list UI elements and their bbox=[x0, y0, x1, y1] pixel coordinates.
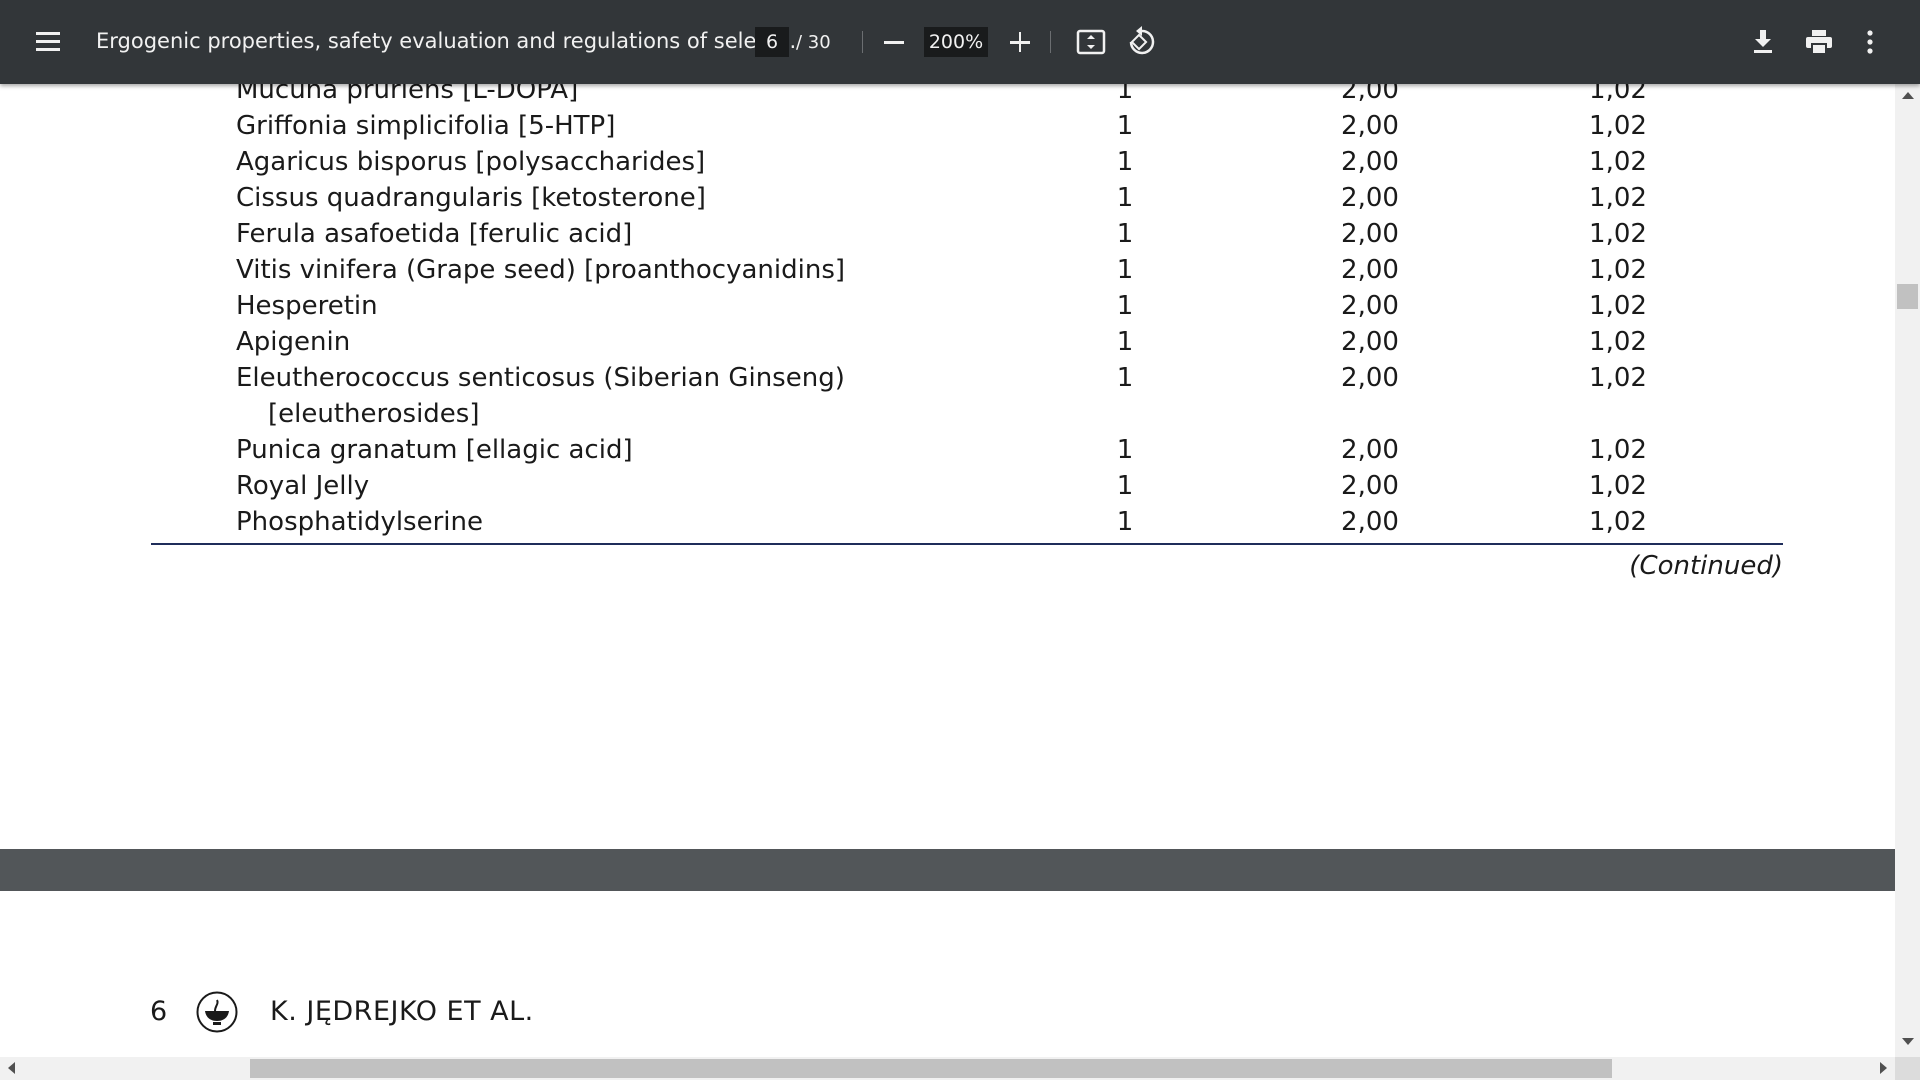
compound-name-continuation: [eleutherosides] bbox=[268, 399, 480, 429]
compound-name: Phosphatidylserine bbox=[236, 507, 483, 537]
table-row: Hesperetin 1 2,00 1,02 bbox=[0, 288, 1895, 324]
compound-name: Royal Jelly bbox=[236, 471, 370, 501]
value-cell: 2,00 bbox=[1341, 471, 1399, 501]
table-row: Royal Jelly 1 2,00 1,02 bbox=[0, 468, 1895, 504]
compound-name: Griffonia simplicifolia [5-HTP] bbox=[236, 111, 616, 141]
menu-icon[interactable] bbox=[30, 26, 66, 58]
value-cell: 2,00 bbox=[1341, 255, 1399, 285]
table-row-continuation: [eleutherosides] bbox=[0, 396, 1895, 432]
value-cell: 2,00 bbox=[1341, 507, 1399, 537]
count-cell: 1 bbox=[1116, 219, 1134, 249]
pdf-page: Mucuna pruriens [L-DOPA] 1 2,00 1,02 Gri… bbox=[0, 84, 1895, 849]
value-cell: 1,02 bbox=[1589, 147, 1647, 177]
page-total: / 30 bbox=[796, 32, 831, 53]
table-row: Ferula asafoetida [ferulic acid] 1 2,00 … bbox=[0, 216, 1895, 252]
count-cell: 1 bbox=[1116, 471, 1134, 501]
compound-name: Eleutherococcus senticosus (Siberian Gin… bbox=[236, 363, 845, 393]
table-row: Eleutherococcus senticosus (Siberian Gin… bbox=[0, 360, 1895, 396]
value-cell: 1,02 bbox=[1589, 219, 1647, 249]
scroll-up-icon[interactable] bbox=[1902, 92, 1914, 99]
table-row: Griffonia simplicifolia [5-HTP] 1 2,00 1… bbox=[0, 108, 1895, 144]
value-cell: 2,00 bbox=[1341, 111, 1399, 141]
zoom-out-icon[interactable] bbox=[880, 24, 908, 60]
value-cell: 2,00 bbox=[1341, 183, 1399, 213]
value-cell: 2,00 bbox=[1341, 363, 1399, 393]
value-cell: 1,02 bbox=[1589, 471, 1647, 501]
publisher-logo-icon bbox=[196, 991, 238, 1033]
fit-page-icon[interactable] bbox=[1076, 28, 1106, 56]
zoom-level-input[interactable]: 200% bbox=[924, 27, 988, 57]
rotate-icon[interactable] bbox=[1124, 25, 1156, 59]
count-cell: 1 bbox=[1116, 435, 1134, 465]
value-cell: 1,02 bbox=[1589, 183, 1647, 213]
value-cell: 2,00 bbox=[1341, 435, 1399, 465]
table-row: Mucuna pruriens [L-DOPA] 1 2,00 1,02 bbox=[0, 84, 1895, 108]
compound-name: Mucuna pruriens [L-DOPA] bbox=[236, 84, 579, 105]
value-cell: 1,02 bbox=[1589, 111, 1647, 141]
scroll-right-icon[interactable] bbox=[1880, 1062, 1887, 1074]
table-row: Agaricus bisporus [polysaccharides] 1 2,… bbox=[0, 144, 1895, 180]
page-gap bbox=[0, 849, 1895, 891]
value-cell: 2,00 bbox=[1341, 291, 1399, 321]
count-cell: 1 bbox=[1116, 363, 1134, 393]
compound-name: Punica granatum [ellagic acid] bbox=[236, 435, 633, 465]
value-cell: 2,00 bbox=[1341, 327, 1399, 357]
running-head: K. JĘDREJKO ET AL. bbox=[270, 996, 534, 1027]
document-title: Ergogenic properties, safety evaluation … bbox=[96, 29, 797, 53]
more-options-icon[interactable] bbox=[1862, 28, 1878, 56]
pdf-toolbar: Ergogenic properties, safety evaluation … bbox=[0, 0, 1920, 84]
value-cell: 1,02 bbox=[1589, 84, 1647, 105]
table-row: Apigenin 1 2,00 1,02 bbox=[0, 324, 1895, 360]
compound-name: Cissus quadrangularis [ketosterone] bbox=[236, 183, 706, 213]
compound-name: Ferula asafoetida [ferulic acid] bbox=[236, 219, 633, 249]
count-cell: 1 bbox=[1116, 111, 1134, 141]
toolbar-divider bbox=[1050, 31, 1051, 53]
compound-name: Vitis vinifera (Grape seed) [proanthocya… bbox=[236, 255, 846, 285]
value-cell: 1,02 bbox=[1589, 435, 1647, 465]
value-cell: 1,02 bbox=[1589, 255, 1647, 285]
value-cell: 1,02 bbox=[1589, 363, 1647, 393]
table-row: Cissus quadrangularis [ketosterone] 1 2,… bbox=[0, 180, 1895, 216]
zoom-in-icon[interactable] bbox=[1006, 24, 1034, 60]
compound-name: Apigenin bbox=[236, 327, 351, 357]
count-cell: 1 bbox=[1116, 327, 1134, 357]
count-cell: 1 bbox=[1116, 291, 1134, 321]
compound-name: Agaricus bisporus [polysaccharides] bbox=[236, 147, 706, 177]
count-cell: 1 bbox=[1116, 183, 1134, 213]
count-cell: 1 bbox=[1116, 507, 1134, 537]
page-number-input[interactable]: 6 bbox=[755, 27, 789, 57]
print-icon[interactable] bbox=[1804, 28, 1834, 56]
value-cell: 1,02 bbox=[1589, 327, 1647, 357]
download-icon[interactable] bbox=[1750, 26, 1776, 56]
table-row: Punica granatum [ellagic acid] 1 2,00 1,… bbox=[0, 432, 1895, 468]
value-cell: 2,00 bbox=[1341, 84, 1399, 105]
page-number: 6 bbox=[150, 996, 168, 1027]
horizontal-scrollbar-thumb[interactable] bbox=[250, 1059, 1612, 1078]
value-cell: 2,00 bbox=[1341, 219, 1399, 249]
scroll-down-icon[interactable] bbox=[1902, 1038, 1914, 1045]
scroll-left-icon[interactable] bbox=[8, 1062, 15, 1074]
table-row: Phosphatidylserine 1 2,00 1,02 bbox=[0, 504, 1895, 540]
count-cell: 1 bbox=[1116, 255, 1134, 285]
scrollbar-corner bbox=[1895, 1057, 1920, 1080]
table-bottom-rule bbox=[151, 543, 1783, 545]
value-cell: 1,02 bbox=[1589, 507, 1647, 537]
vertical-scrollbar[interactable] bbox=[1895, 84, 1920, 1057]
pdf-page-next: 6 K. JĘDREJKO ET AL. bbox=[0, 891, 1895, 1057]
count-cell: 1 bbox=[1116, 84, 1134, 105]
compound-name: Hesperetin bbox=[236, 291, 378, 321]
toolbar-divider bbox=[862, 31, 863, 53]
table-row: Vitis vinifera (Grape seed) [proanthocya… bbox=[0, 252, 1895, 288]
value-cell: 2,00 bbox=[1341, 147, 1399, 177]
count-cell: 1 bbox=[1116, 147, 1134, 177]
continued-note: (Continued) bbox=[1629, 551, 1783, 581]
value-cell: 1,02 bbox=[1589, 291, 1647, 321]
vertical-scrollbar-thumb[interactable] bbox=[1897, 284, 1918, 309]
